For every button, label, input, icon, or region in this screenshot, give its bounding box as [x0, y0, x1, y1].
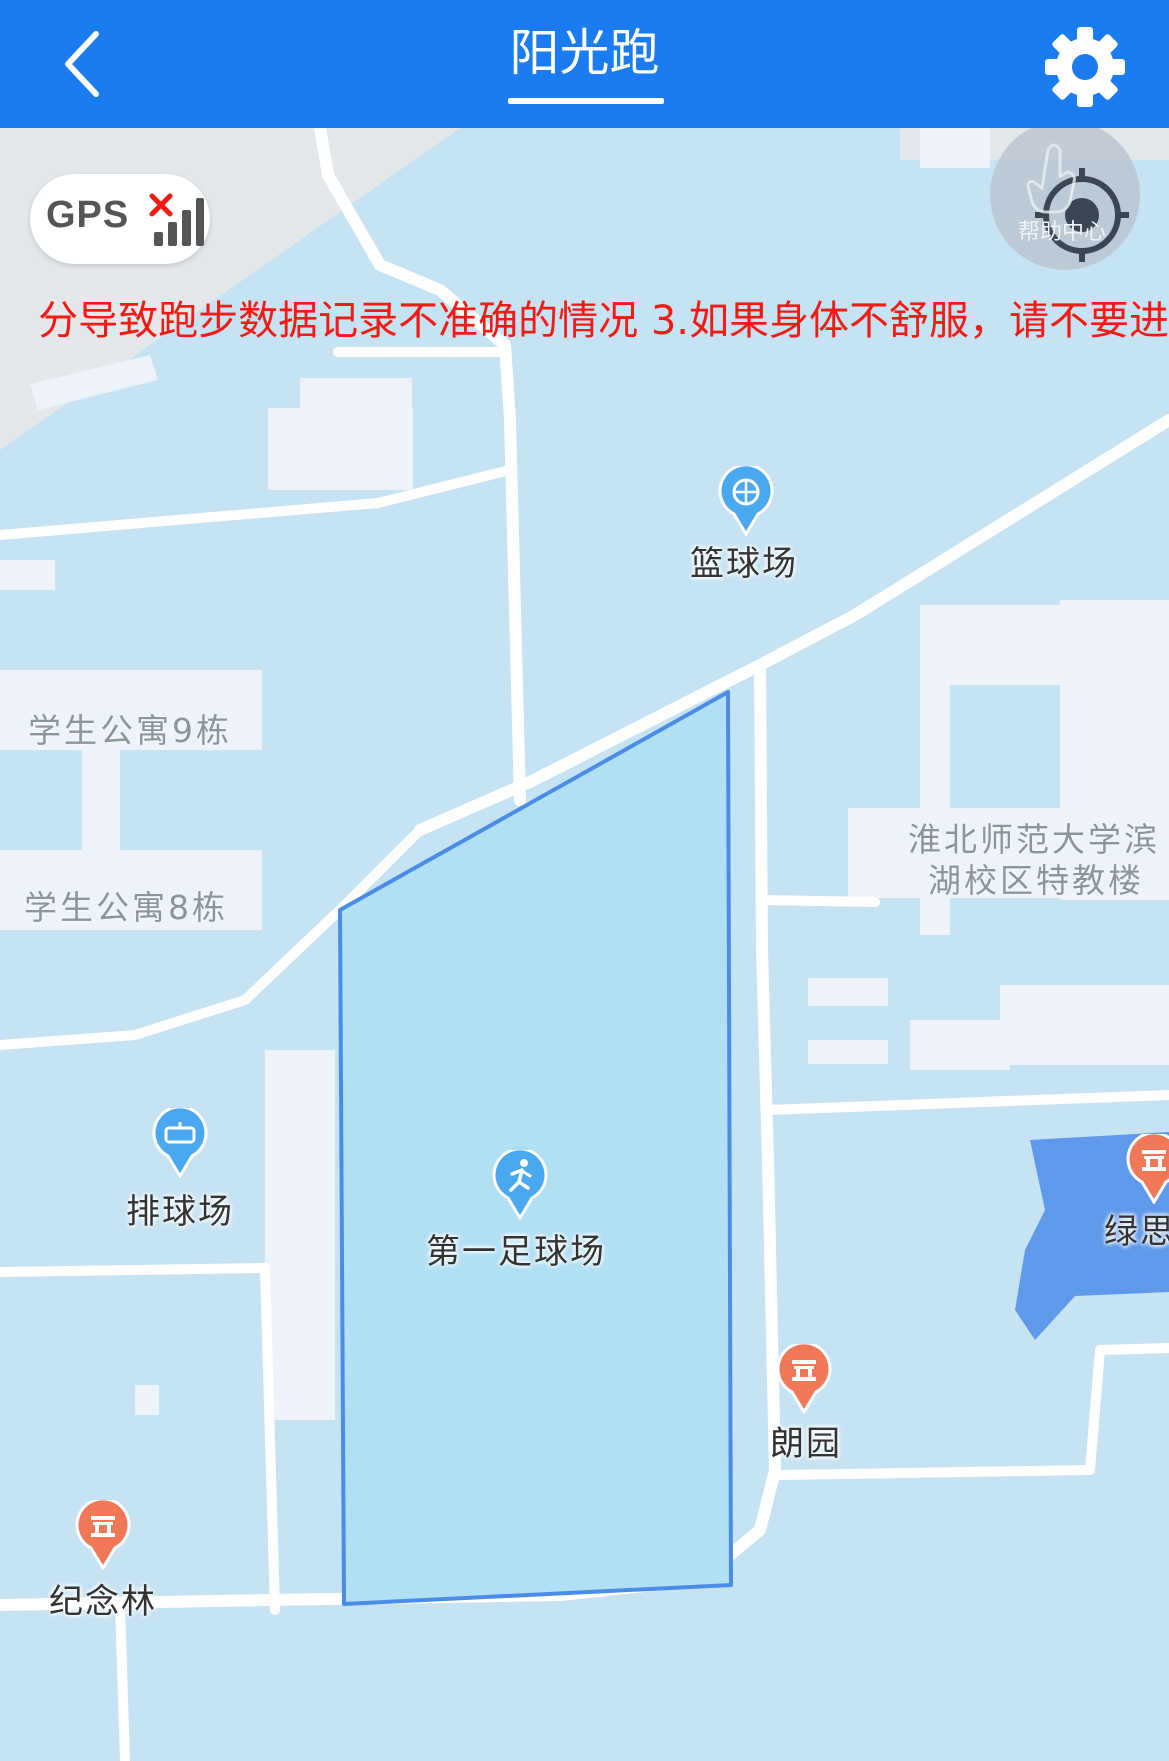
safety-notice: 分导致跑步数据记录不准确的情况 3.如果身体不舒服，请不要进 — [0, 292, 1169, 350]
poi-football-field[interactable]: 第一足球场 — [426, 1147, 604, 1272]
poi-lang-garden[interactable]: 朗园 — [770, 1341, 840, 1464]
map-base — [0, 128, 1169, 1761]
signal-bars-icon — [149, 193, 204, 246]
title-underline — [508, 98, 664, 104]
gps-label: GPS — [46, 194, 130, 236]
basketball-icon — [718, 463, 774, 537]
landmark-icon — [776, 1341, 832, 1415]
poi-label-green-thought: 绿思 — [1104, 1212, 1169, 1252]
poi-label-football: 第一足球场 — [426, 1232, 606, 1272]
poi-label-lang-garden: 朗园 — [770, 1424, 842, 1464]
poi-memorial-grove[interactable]: 纪念林 — [49, 1497, 155, 1622]
locate-button[interactable] — [990, 120, 1140, 270]
poi-green-thought[interactable]: 绿思 — [1104, 1131, 1169, 1252]
poi-label-memorial-grove: 纪念林 — [49, 1582, 157, 1622]
settings-button[interactable] — [1042, 24, 1128, 110]
top-bar: 阳光跑 — [0, 0, 1169, 128]
landmark-icon — [75, 1497, 131, 1571]
volleyball-icon — [152, 1105, 208, 1179]
landmark-icon — [1126, 1131, 1169, 1205]
poi-volleyball-court[interactable]: 排球场 — [126, 1105, 232, 1232]
building-label-dorm8: 学生公寓8栋 — [24, 888, 228, 927]
building-label-dorm9: 学生公寓9栋 — [28, 711, 232, 750]
poi-label-volleyball: 排球场 — [126, 1192, 234, 1232]
campus-map[interactable]: 学生公寓9栋 学生公寓8栋 淮北师范大学滨 湖校区特教楼 — [0, 128, 1169, 1761]
help-center-label[interactable]: 帮助中心 — [1018, 214, 1106, 246]
page-title: 阳光跑 — [509, 24, 660, 82]
poi-label-basketball: 篮球场 — [690, 544, 798, 584]
safety-notice-text: 分导致跑步数据记录不准确的情况 3.如果身体不舒服，请不要进 — [38, 298, 1169, 344]
runner-icon — [492, 1147, 548, 1221]
building-label-campus-line2: 湖校区特教楼 — [928, 861, 1144, 900]
poi-basketball-court[interactable]: 篮球场 — [690, 463, 796, 584]
gear-icon — [1045, 27, 1125, 107]
crosshair-icon — [1026, 143, 1129, 262]
gps-status-badge: GPS — [30, 174, 210, 264]
